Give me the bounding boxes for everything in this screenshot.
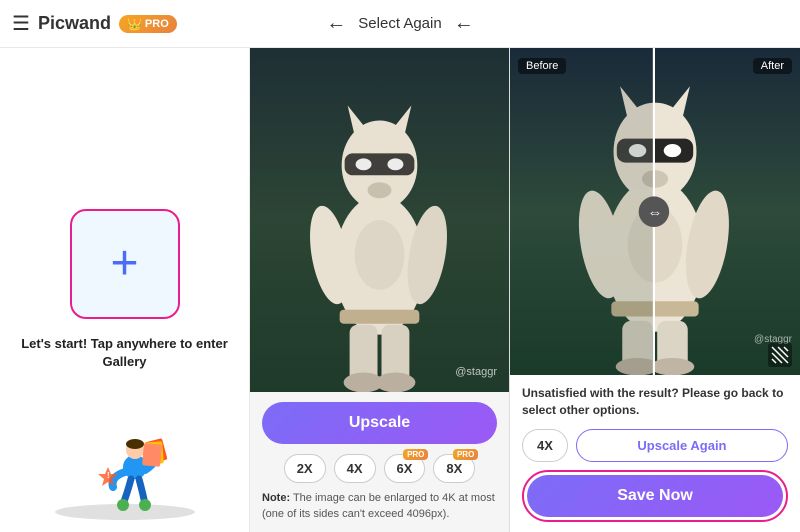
back-arrow-icon[interactable]: ← (326, 12, 346, 35)
scale-8x-button[interactable]: 8XPRO (433, 454, 475, 483)
menu-icon[interactable]: ☰ (12, 11, 30, 36)
right-bottom: Unsatisfied with the result? Please go b… (510, 375, 800, 532)
illustration-svg: ! (45, 422, 205, 522)
pro-badge: 👑 PRO (119, 15, 177, 33)
illustration: ! (0, 422, 249, 522)
plus-icon: + (110, 240, 138, 288)
upscale-button[interactable]: Upscale (262, 402, 497, 444)
svg-text:!: ! (107, 471, 110, 480)
right-panel: Before After (510, 48, 800, 532)
center-panel: @staggr Upscale 2X 4X 6XPRO 8XPRO Note: … (250, 48, 510, 532)
note-body: The image can be enlarged to 4K at most … (262, 492, 495, 519)
forward-arrow-icon[interactable]: ← (454, 12, 474, 35)
scale-options: 2X 4X 6XPRO 8XPRO (262, 454, 497, 483)
comparison-svg: ⇔ (510, 48, 800, 375)
scale-6x-button[interactable]: 6XPRO (384, 454, 426, 483)
svg-text:⇔: ⇔ (647, 204, 662, 221)
select-again-label: Select Again (358, 15, 441, 32)
hatch-icon (768, 343, 792, 367)
upload-text[interactable]: Let's start! Tap anywhere to enter Galle… (20, 335, 229, 371)
note-label: Note: (262, 492, 290, 504)
upscale-again-button[interactable]: Upscale Again (576, 429, 788, 462)
scale-2x-button[interactable]: 2X (284, 454, 326, 483)
save-now-button[interactable]: Save Now (527, 475, 783, 517)
scale-4x-button[interactable]: 4X (334, 454, 376, 483)
crown-icon: 👑 (127, 17, 142, 31)
after-label: After (753, 58, 792, 74)
right-scale-4x-button[interactable]: 4X (522, 429, 568, 462)
center-image-svg (250, 48, 509, 392)
bottom-controls: Upscale 2X 4X 6XPRO 8XPRO Note: The imag… (250, 392, 509, 532)
right-action-row: 4X Upscale Again (522, 429, 788, 462)
app-header: ☰ Picwand 👑 PRO ← Select Again ← (0, 0, 800, 48)
comparison-container: Before After (510, 48, 800, 375)
pro-tag-6x: PRO (403, 449, 428, 460)
center-watermark: @staggr (455, 366, 497, 378)
before-label: Before (518, 58, 566, 74)
save-now-container: Save Now (522, 470, 788, 522)
left-panel: + Let's start! Tap anywhere to enter Gal… (0, 48, 250, 532)
brand-name: Picwand (38, 13, 111, 34)
main-content: + Let's start! Tap anywhere to enter Gal… (0, 48, 800, 532)
pro-tag-8x: PRO (453, 449, 478, 460)
upload-box[interactable]: + (70, 209, 180, 319)
unsatisfied-text: Unsatisfied with the result? Please go b… (522, 385, 788, 419)
header-middle: ← Select Again ← (326, 12, 473, 35)
center-image-container: @staggr (250, 48, 509, 392)
note-text: Note: The image can be enlarged to 4K at… (262, 491, 497, 522)
